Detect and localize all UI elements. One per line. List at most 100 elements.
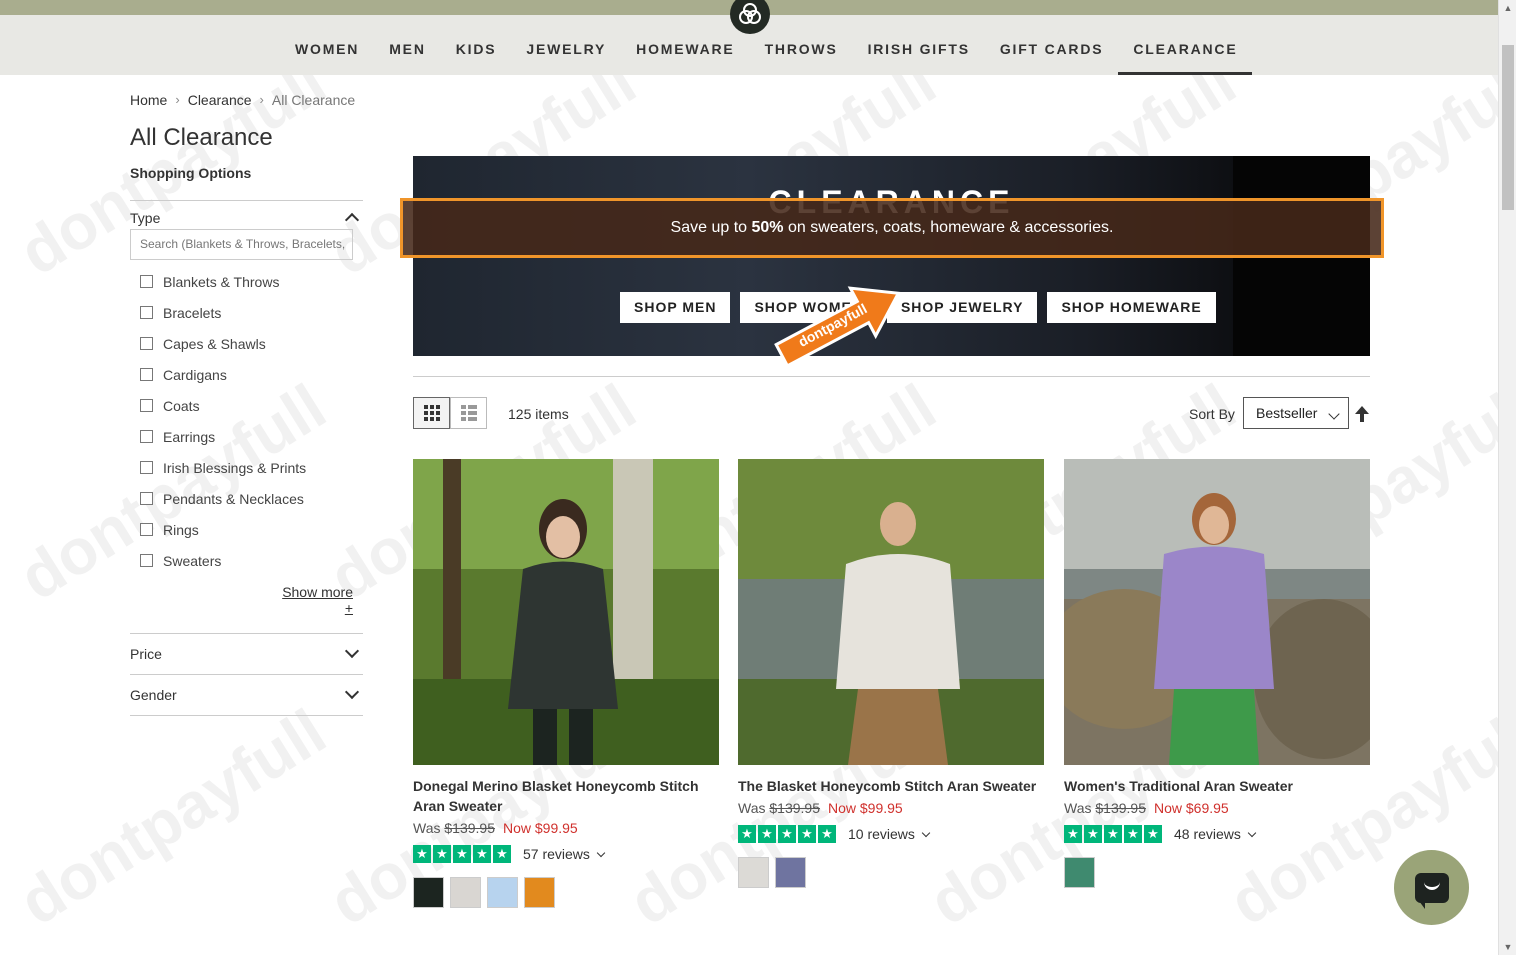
type-option-bracelets[interactable]: Bracelets <box>130 297 363 328</box>
nav-item-irish-gifts[interactable]: IRISH GIFTS <box>853 15 985 75</box>
product-name[interactable]: The Blasket Honeycomb Stitch Aran Sweate… <box>738 776 1044 796</box>
type-option-label: Cardigans <box>163 366 227 383</box>
was-price: $139.95 <box>769 800 820 816</box>
type-option-label: Coats <box>163 397 200 414</box>
page-scrollbar[interactable]: ▲ ▼ <box>1498 0 1516 955</box>
star-icon: ★ <box>1124 825 1142 843</box>
scrollbar-thumb[interactable] <box>1502 45 1514 210</box>
checkbox[interactable] <box>140 306 153 319</box>
product-name[interactable]: Women's Traditional Aran Sweater <box>1064 776 1370 796</box>
trustpilot-stars: ★ ★ ★ ★ ★ <box>1064 825 1162 843</box>
checkbox[interactable] <box>140 368 153 381</box>
product-reviews[interactable]: ★ ★ ★ ★ ★ 10 reviews <box>738 825 1044 843</box>
product-reviews[interactable]: ★ ★ ★ ★ ★ 57 reviews <box>413 845 719 863</box>
star-icon: ★ <box>778 825 796 843</box>
filter-type: Type Search (Blankets & Throws, Bracelet… <box>130 200 363 616</box>
checkbox[interactable] <box>140 554 153 567</box>
shop-men-button[interactable]: SHOP MEN <box>620 292 731 323</box>
star-icon: ★ <box>433 845 451 863</box>
checkbox[interactable] <box>140 399 153 412</box>
plus-icon[interactable]: + <box>130 600 353 616</box>
star-icon: ★ <box>1084 825 1102 843</box>
product-image[interactable] <box>1064 459 1370 765</box>
product-card[interactable]: Donegal Merino Blasket Honeycomb Stitch … <box>413 459 719 908</box>
show-more-link[interactable]: Show more <box>130 584 353 600</box>
type-options-list: Blankets & Throws Bracelets Capes & Shaw… <box>130 266 363 576</box>
type-search-input[interactable]: Search (Blankets & Throws, Bracelets, <box>130 229 353 260</box>
type-option-capes-shawls[interactable]: Capes & Shawls <box>130 328 363 359</box>
type-option-label: Irish Blessings & Prints <box>163 459 307 476</box>
checkbox[interactable] <box>140 523 153 536</box>
trustpilot-stars: ★ ★ ★ ★ ★ <box>738 825 836 843</box>
list-view-button[interactable] <box>450 397 487 429</box>
nav-item-homeware[interactable]: HOMEWARE <box>621 15 749 75</box>
swatch-color[interactable] <box>487 877 518 908</box>
list-icon <box>460 405 477 421</box>
filter-type-label: Type <box>130 210 161 226</box>
items-count: 125 items <box>508 406 569 422</box>
swatch-color[interactable] <box>524 877 555 908</box>
swatch-color[interactable] <box>1064 857 1095 888</box>
nav-item-men[interactable]: MEN <box>374 15 441 75</box>
filter-price[interactable]: Price <box>130 633 363 674</box>
show-more-label: Show more <box>282 584 353 600</box>
nav-item-kids[interactable]: KIDS <box>441 15 512 75</box>
product-photo <box>738 459 1044 765</box>
star-icon: ★ <box>818 825 836 843</box>
type-option-label: Pendants & Necklaces <box>163 490 304 507</box>
type-option-pendants[interactable]: Pendants & Necklaces <box>130 483 363 514</box>
checkbox[interactable] <box>140 430 153 443</box>
checkbox[interactable] <box>140 492 153 505</box>
scroll-up-icon[interactable]: ▲ <box>1499 0 1516 16</box>
product-image[interactable] <box>738 459 1044 765</box>
nav-item-women[interactable]: WOMEN <box>280 15 374 75</box>
type-option-coats[interactable]: Coats <box>130 390 363 421</box>
brand-logo[interactable] <box>730 0 770 34</box>
swatch-color[interactable] <box>413 877 444 908</box>
filter-gender[interactable]: Gender <box>130 674 363 715</box>
type-option-sweaters[interactable]: Sweaters <box>130 545 363 576</box>
swatch-color[interactable] <box>738 857 769 888</box>
star-icon: ★ <box>473 845 491 863</box>
nav-item-gift-cards[interactable]: GIFT CARDS <box>985 15 1119 75</box>
sort-select[interactable]: Bestseller <box>1243 397 1349 429</box>
breadcrumb-clearance[interactable]: Clearance <box>188 92 252 108</box>
nav-item-clearance[interactable]: CLEARANCE <box>1118 15 1253 75</box>
shop-homeware-button[interactable]: SHOP HOMEWARE <box>1047 292 1216 323</box>
chevron-up-icon <box>344 212 360 228</box>
product-card[interactable]: The Blasket Honeycomb Stitch Aran Sweate… <box>738 459 1044 888</box>
product-reviews[interactable]: ★ ★ ★ ★ ★ 48 reviews <box>1064 825 1370 843</box>
grid-view-button[interactable] <box>413 397 450 429</box>
filter-type-header[interactable]: Type <box>130 201 363 229</box>
swatch-color[interactable] <box>450 877 481 908</box>
checkbox[interactable] <box>140 275 153 288</box>
promo-prefix: Save up to <box>670 219 752 236</box>
product-image[interactable] <box>413 459 719 765</box>
type-option-rings[interactable]: Rings <box>130 514 363 545</box>
product-photo <box>1064 459 1370 765</box>
type-option-irish-blessings[interactable]: Irish Blessings & Prints <box>130 452 363 483</box>
type-option-label: Capes & Shawls <box>163 335 266 352</box>
breadcrumb-home[interactable]: Home <box>130 92 167 108</box>
page-title: All Clearance <box>130 124 273 151</box>
product-card[interactable]: Women's Traditional Aran Sweater Was $13… <box>1064 459 1370 888</box>
type-option-cardigans[interactable]: Cardigans <box>130 359 363 390</box>
checkbox[interactable] <box>140 461 153 474</box>
checkbox[interactable] <box>140 337 153 350</box>
sort-direction-arrow-icon[interactable] <box>1354 405 1370 423</box>
swatch-color[interactable] <box>775 857 806 888</box>
star-icon: ★ <box>738 825 756 843</box>
product-name[interactable]: Donegal Merino Blasket Honeycomb Stitch … <box>413 776 719 816</box>
nav-item-jewelry[interactable]: JEWELRY <box>511 15 621 75</box>
chat-button[interactable] <box>1394 850 1469 925</box>
chevron-down-icon <box>921 828 931 837</box>
scroll-down-icon[interactable]: ▼ <box>1499 939 1516 955</box>
star-icon: ★ <box>798 825 816 843</box>
chevron-down-icon <box>344 643 360 659</box>
now-price: Now $99.95 <box>502 820 578 836</box>
type-option-earrings[interactable]: Earrings <box>130 421 363 452</box>
type-option-blankets-throws[interactable]: Blankets & Throws <box>130 266 363 297</box>
toolbar-divider <box>413 376 1370 377</box>
type-option-label: Sweaters <box>163 552 222 569</box>
was-label: Was <box>738 800 770 816</box>
